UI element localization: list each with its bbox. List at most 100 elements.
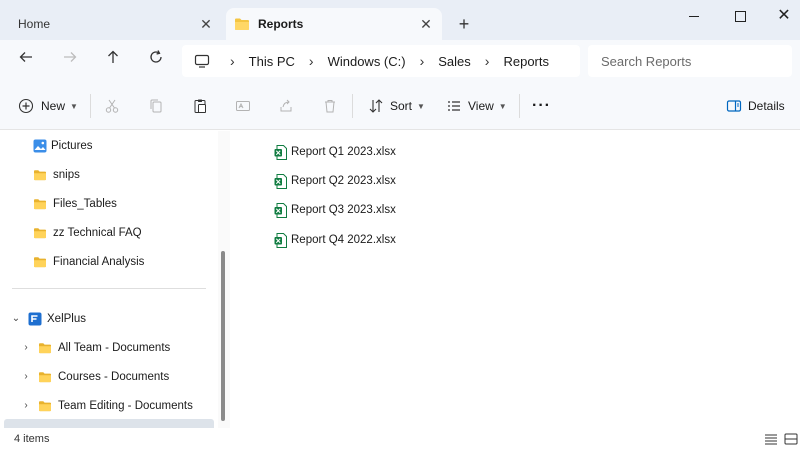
- minimize-button[interactable]: [680, 6, 708, 26]
- paste-button[interactable]: [192, 94, 208, 118]
- sidebar-selected-row[interactable]: [4, 419, 214, 428]
- sidebar-item-pictures[interactable]: Pictures 📌: [33, 131, 213, 160]
- copy-icon: [150, 99, 162, 113]
- sidebar-item-label: zz Technical FAQ: [53, 226, 142, 239]
- more-options-button[interactable]: ···: [532, 94, 551, 118]
- list-item[interactable]: Report Q3 2023.xlsx: [274, 199, 396, 221]
- sidebar-item-all-team-documents[interactable]: › All Team - Documents: [18, 333, 170, 362]
- breadcrumb-reports[interactable]: Reports: [503, 54, 549, 69]
- sort-button-label: Sort: [390, 99, 413, 113]
- sidebar-item-label: Files_Tables: [53, 197, 117, 210]
- sort-button[interactable]: Sort ▼: [368, 94, 425, 118]
- item-count: 4 items: [14, 433, 50, 445]
- close-window-button[interactable]: ✕: [770, 6, 798, 26]
- sidebar-item-zz-technical-faq[interactable]: zz Technical FAQ: [33, 218, 142, 247]
- excel-file-icon: [274, 202, 287, 218]
- sidebar-item-team-editing-documents[interactable]: › Team Editing - Documents: [18, 391, 193, 420]
- arrow-left-icon: [19, 52, 32, 62]
- up-button[interactable]: [100, 49, 126, 73]
- divider: [519, 94, 520, 118]
- navigation-pane: Pictures 📌 snips Files_Tables zz Technic…: [0, 131, 218, 428]
- tab-reports[interactable]: Reports ✕: [226, 8, 442, 40]
- folder-icon: [34, 227, 46, 238]
- plus-circle-icon: [18, 98, 34, 114]
- chevron-down-icon: ▼: [498, 101, 507, 111]
- tab-reports-label: Reports: [258, 17, 304, 31]
- close-tab-icon[interactable]: ✕: [418, 16, 434, 32]
- folder-icon: [39, 400, 51, 411]
- maximize-button[interactable]: [726, 6, 754, 26]
- breadcrumb-this-pc[interactable]: This PC: [249, 54, 295, 69]
- file-list: Report Q1 2023.xlsx Report Q2 2023.xlsx …: [230, 131, 800, 428]
- sidebar-item-financial-analysis[interactable]: Financial Analysis: [33, 247, 144, 276]
- rename-button[interactable]: [235, 94, 251, 118]
- back-button[interactable]: [13, 49, 39, 73]
- delete-button[interactable]: [322, 94, 338, 118]
- scrollbar-thumb[interactable]: [221, 251, 225, 421]
- details-view-icon[interactable]: [764, 433, 778, 445]
- sidebar-scrollbar[interactable]: [218, 131, 230, 428]
- chevron-down-icon: ▼: [417, 101, 425, 111]
- trash-icon: [325, 100, 335, 113]
- share-button[interactable]: [278, 94, 294, 118]
- chevron-right-icon[interactable]: ›: [18, 400, 34, 411]
- view-button[interactable]: View ▼: [446, 94, 507, 118]
- divider: [90, 94, 91, 118]
- list-item[interactable]: Report Q1 2023.xlsx: [274, 141, 396, 163]
- share-icon: [280, 99, 292, 112]
- address-bar[interactable]: › This PC › Windows (C:) › Sales › Repor…: [182, 45, 580, 77]
- monitor-icon: [194, 54, 210, 68]
- sidebar-item-courses-documents[interactable]: › Courses - Documents: [18, 362, 169, 391]
- list-item[interactable]: Report Q2 2023.xlsx: [274, 170, 396, 192]
- divider: [12, 288, 206, 289]
- tiles-view-icon[interactable]: [784, 433, 798, 445]
- list-item[interactable]: Report Q4 2022.xlsx: [274, 229, 396, 251]
- divider: [352, 94, 353, 118]
- list-view-icon: [448, 101, 460, 111]
- chevron-right-icon[interactable]: ›: [18, 342, 34, 353]
- breadcrumb-separator[interactable]: ›: [485, 53, 490, 69]
- details-pane-icon: [726, 100, 742, 112]
- clipboard-icon: [194, 99, 206, 113]
- arrow-right-icon: [64, 52, 77, 62]
- sidebar-item-label: Financial Analysis: [53, 255, 145, 268]
- close-tab-icon[interactable]: ✕: [198, 16, 214, 32]
- tab-home[interactable]: Home ✕: [0, 8, 222, 40]
- forward-button[interactable]: [57, 49, 83, 73]
- sidebar-item-label: snips: [53, 168, 80, 181]
- new-button-label: New: [41, 99, 66, 113]
- sidebar-item-files-tables[interactable]: Files_Tables: [33, 189, 117, 218]
- chevron-down-icon[interactable]: ⌄: [8, 313, 24, 324]
- tab-home-label: Home: [18, 17, 51, 31]
- refresh-button[interactable]: [143, 49, 169, 73]
- new-button[interactable]: New ▼: [18, 94, 78, 118]
- cut-button[interactable]: [104, 94, 120, 118]
- details-pane-button[interactable]: Details: [726, 94, 785, 118]
- chevron-right-icon[interactable]: ›: [18, 371, 34, 382]
- sidebar-item-label: All Team - Documents: [58, 341, 171, 354]
- file-name: Report Q2 2023.xlsx: [291, 175, 396, 187]
- onedrive-business-icon: [28, 312, 42, 325]
- arrow-up-icon: [108, 50, 118, 63]
- breadcrumb-separator[interactable]: ›: [230, 53, 235, 69]
- folder-icon: [39, 371, 51, 382]
- sidebar-item-xelplus[interactable]: ⌄ XelPlus: [8, 304, 86, 333]
- search-input[interactable]: Search Reports: [588, 45, 792, 77]
- breadcrumb-windows-c[interactable]: Windows (C:): [328, 54, 406, 69]
- breadcrumb-separator[interactable]: ›: [309, 53, 314, 69]
- sidebar-item-snips[interactable]: snips: [33, 160, 80, 189]
- sidebar-item-label: Pictures: [51, 139, 93, 152]
- new-tab-button[interactable]: +: [454, 14, 474, 34]
- sidebar-item-label: XelPlus: [47, 312, 86, 325]
- excel-file-icon: [274, 173, 287, 189]
- breadcrumb-separator[interactable]: ›: [420, 53, 425, 69]
- breadcrumb-sales[interactable]: Sales: [438, 54, 471, 69]
- file-name: Report Q1 2023.xlsx: [291, 146, 396, 158]
- copy-button[interactable]: [148, 94, 164, 118]
- folder-icon: [34, 169, 46, 180]
- title-bar: Home ✕ Reports ✕ + ✕: [0, 0, 800, 40]
- excel-file-icon: [274, 144, 287, 160]
- chevron-down-icon: ▼: [70, 101, 78, 111]
- folder-icon: [34, 256, 46, 267]
- scissors-icon: [105, 99, 119, 113]
